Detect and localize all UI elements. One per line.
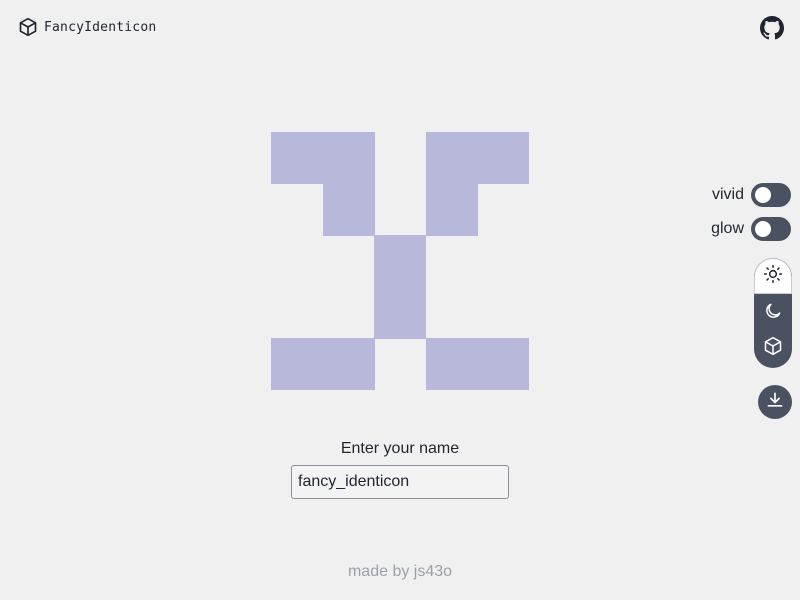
identicon-preview	[271, 132, 530, 391]
glow-toggle[interactable]	[751, 217, 791, 241]
theme-light-button[interactable]	[754, 258, 792, 294]
toggle-knob	[755, 221, 771, 237]
cube-icon	[18, 17, 38, 37]
identicon-cell	[374, 286, 427, 339]
glow-label: glow	[711, 220, 744, 237]
identicon-cell	[322, 183, 375, 236]
footer-credit[interactable]: made by js43o	[0, 563, 800, 581]
app-title: FancyIdenticon	[44, 19, 157, 35]
cube-icon	[763, 336, 783, 361]
vivid-toggle-row: vivid	[712, 183, 791, 207]
name-label: Enter your name	[340, 440, 460, 457]
download-icon	[765, 390, 785, 415]
identicon-cell	[425, 183, 478, 236]
identicon-cell	[425, 132, 478, 184]
identicon-cell	[477, 338, 530, 391]
github-icon[interactable]	[760, 16, 784, 40]
sun-icon	[763, 264, 783, 289]
identicon-cell	[425, 338, 478, 391]
vivid-toggle[interactable]	[751, 183, 791, 207]
theme-dark-button[interactable]	[754, 295, 792, 331]
name-input[interactable]	[291, 465, 509, 499]
theme-3d-button[interactable]	[754, 330, 792, 366]
identicon-cell	[271, 132, 323, 184]
identicon-cell	[271, 338, 323, 391]
app-logo[interactable]: FancyIdenticon	[18, 17, 156, 37]
identicon-cell	[374, 235, 427, 288]
identicon-cell	[322, 132, 375, 184]
toggle-knob	[755, 187, 771, 203]
moon-icon	[763, 301, 783, 326]
identicon-cell	[477, 132, 530, 184]
vivid-label: vivid	[711, 186, 744, 203]
download-button[interactable]	[758, 385, 792, 419]
identicon-cell	[322, 338, 375, 391]
theme-selector	[754, 258, 792, 368]
glow-toggle-row: glow	[711, 217, 791, 241]
